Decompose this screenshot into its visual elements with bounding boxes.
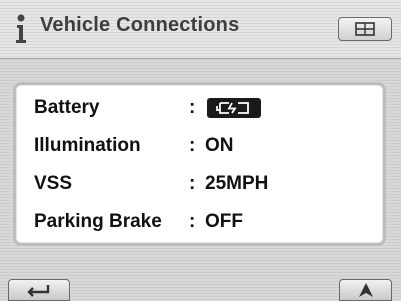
battery-status bbox=[207, 98, 261, 118]
return-arrow-icon bbox=[27, 285, 50, 297]
row-illumination: Illumination : ON bbox=[34, 133, 234, 159]
row-separator: : bbox=[189, 135, 196, 156]
row-vss: VSS : 25MPH bbox=[34, 171, 268, 197]
page-title: Vehicle Connections bbox=[40, 14, 240, 36]
row-value: ON bbox=[205, 135, 234, 156]
row-parking-brake: Parking Brake : OFF bbox=[34, 209, 243, 235]
battery-charging-icon bbox=[216, 102, 249, 114]
row-label: Battery bbox=[34, 97, 100, 118]
info-icon bbox=[16, 14, 26, 43]
row-value: OFF bbox=[205, 211, 243, 232]
row-separator: : bbox=[189, 97, 196, 118]
row-label: Illumination bbox=[34, 135, 141, 156]
row-battery: Battery : bbox=[34, 95, 261, 121]
menu-button[interactable] bbox=[338, 17, 392, 41]
row-separator: : bbox=[189, 173, 196, 194]
navigation-button[interactable] bbox=[339, 279, 392, 301]
row-value: 25MPH bbox=[205, 173, 269, 194]
grid-menu-icon bbox=[355, 22, 375, 36]
back-button[interactable] bbox=[8, 279, 70, 301]
header-bar: Vehicle Connections bbox=[0, 0, 401, 59]
row-separator: : bbox=[189, 211, 196, 232]
connections-panel: Battery : Illumination : ON VSS : 25MPH … bbox=[13, 82, 386, 246]
row-label: VSS bbox=[34, 173, 73, 194]
row-label: Parking Brake bbox=[34, 211, 162, 232]
navigation-arrow-icon bbox=[358, 283, 373, 297]
